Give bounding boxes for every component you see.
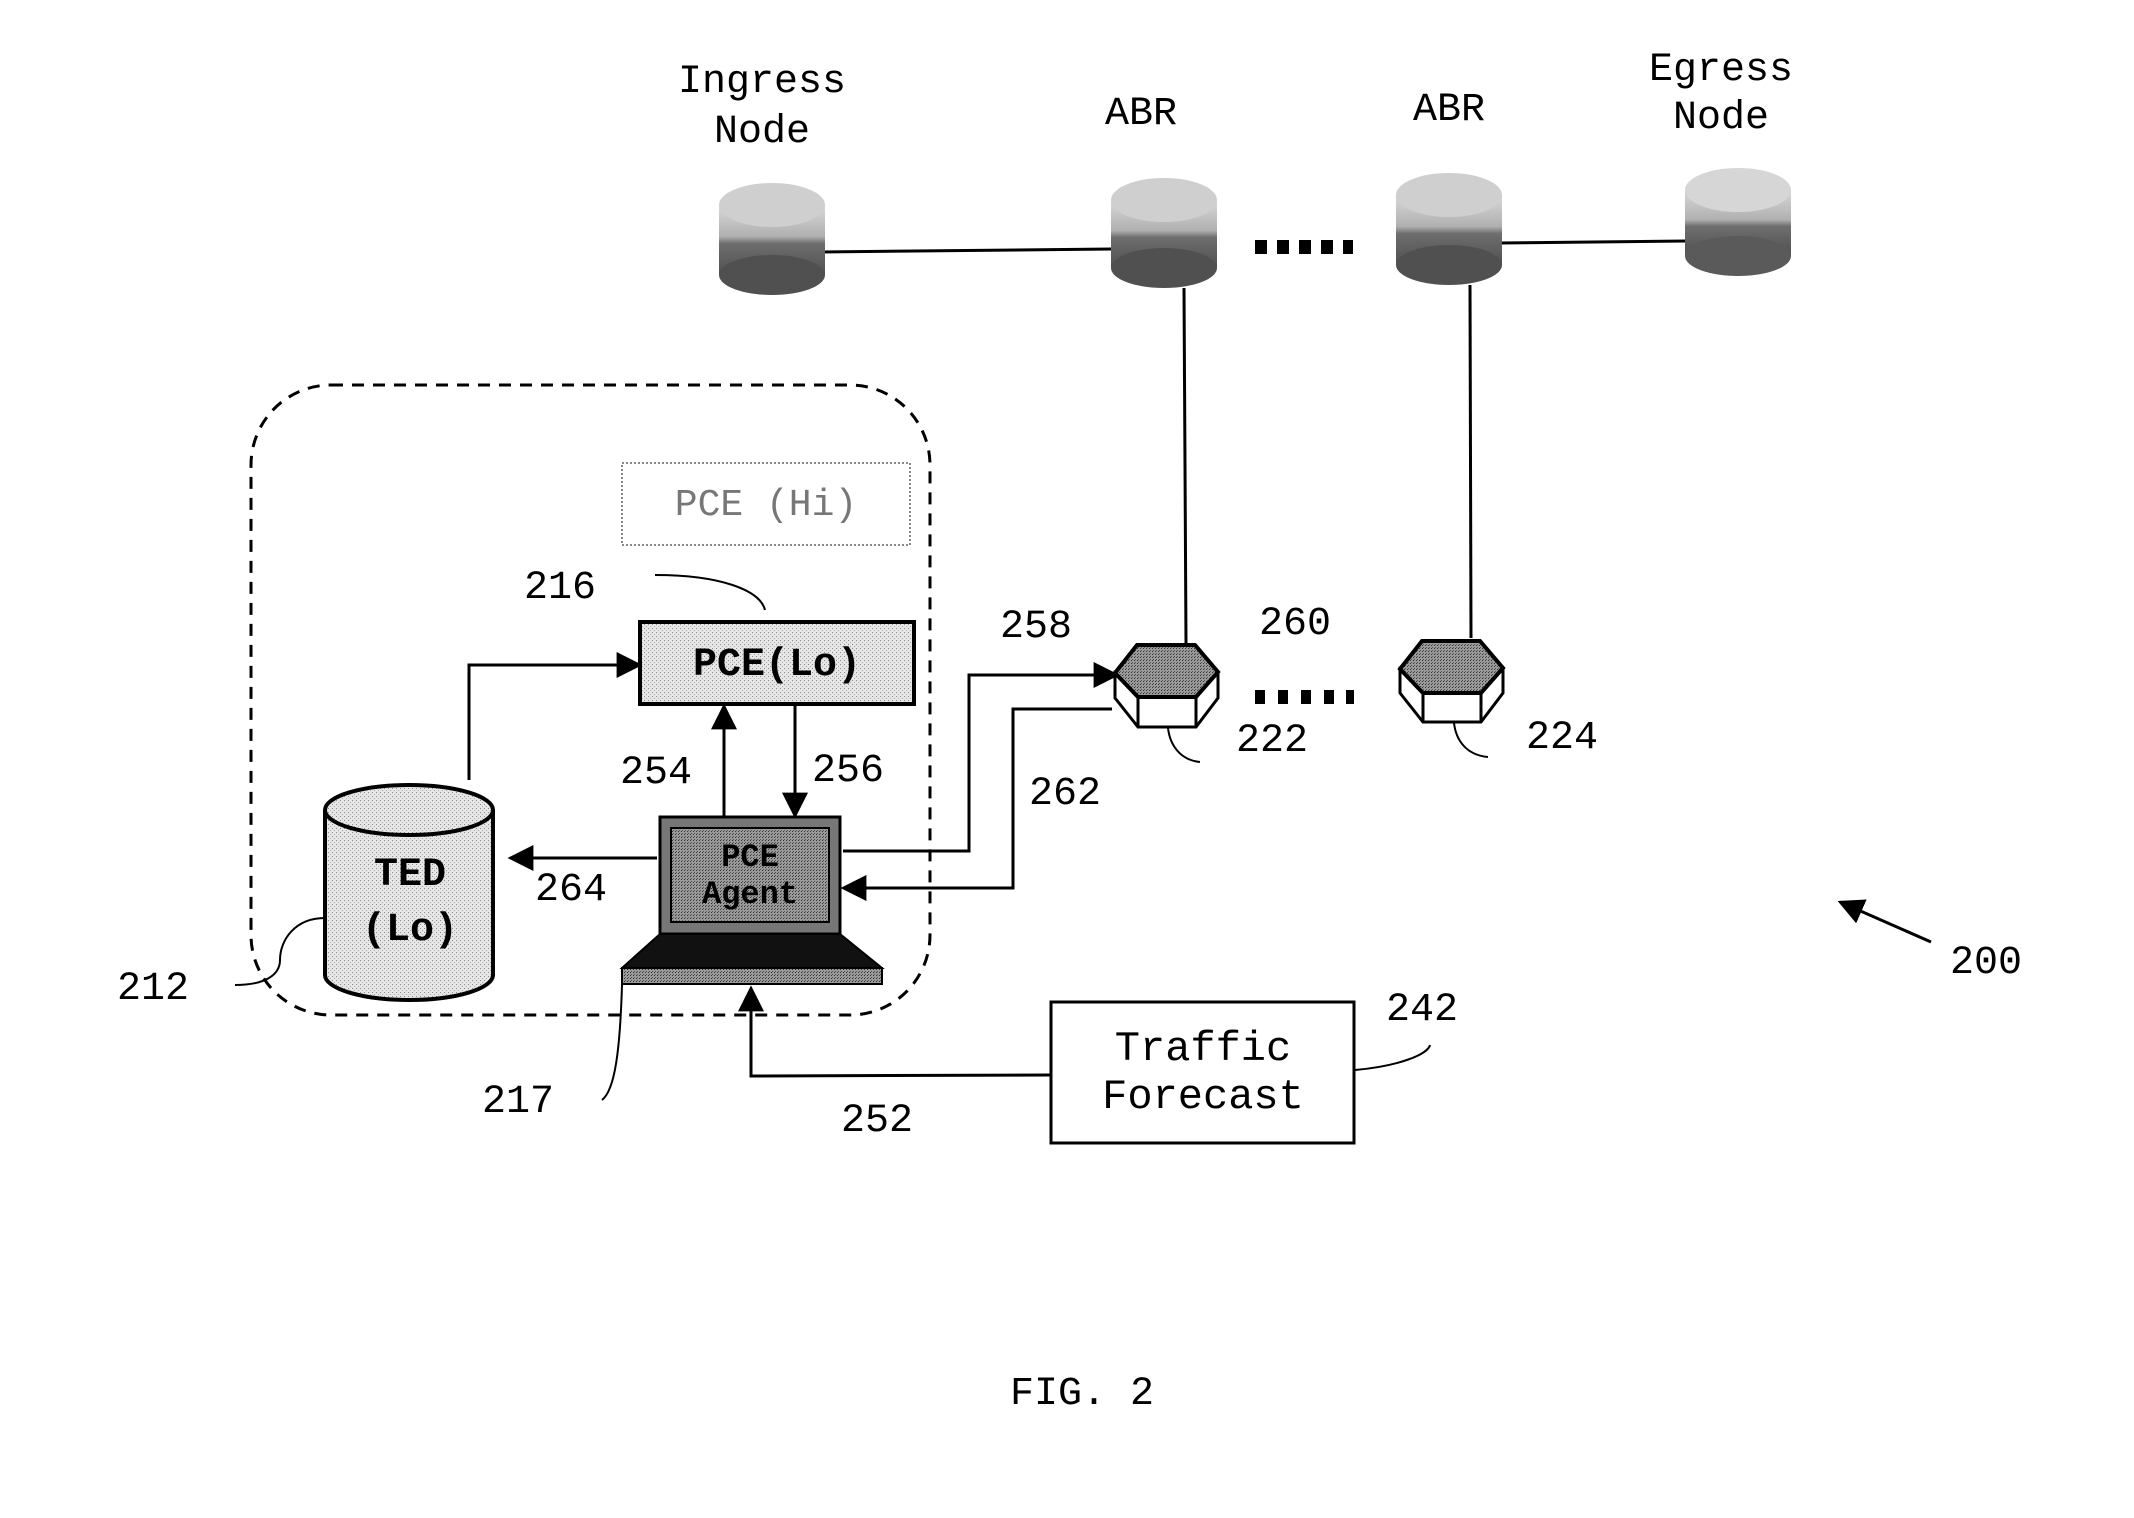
router-chain-ellipsis [1255,690,1354,704]
router-222-icon [1112,643,1221,729]
ted-to-pce-lo-arrow [467,652,643,780]
ted-label-line1: TED [374,853,446,898]
forecast-to-agent-arrow [738,985,1052,1078]
ted-leader-line [234,917,326,986]
ted-label-line2: (Lo) [362,908,458,953]
arrow-252-label: 252 [841,1099,913,1144]
pce-agent-leader-line [601,984,623,1101]
figure-caption: FIG. 2 [1010,1372,1154,1417]
router-224-icon [1397,639,1506,724]
arrow-258-label: 258 [1000,605,1072,650]
egress-node-label-line1: Egress [1649,48,1793,93]
ingress-node-icon [719,183,825,295]
pce-lo-label: PCE(Lo) [693,643,861,688]
link-abr2-egress [1499,239,1687,245]
pce-agent-label-line1: PCE [721,839,779,876]
figure-ref-number: 200 [1950,941,2022,986]
traffic-forecast-leader-line [1354,1044,1431,1071]
traffic-forecast-label-line2: Forecast [1102,1073,1304,1121]
router-222-leader-line [1167,727,1201,763]
arrow-254-label: 254 [620,751,692,796]
pce-agent-ref: 217 [482,1080,554,1125]
router-222-ref: 222 [1236,719,1308,764]
egress-node-icon [1685,168,1791,276]
abr1-node-icon [1111,178,1217,288]
router-chain-ref: 260 [1259,602,1331,647]
abr2-node-icon [1396,173,1502,285]
ingress-node-label-line1: Ingress [678,60,846,105]
patent-figure: Ingress Node ABR ABR Egress Node PCE (Hi… [0,0,2134,1518]
ted-ref: 212 [117,967,189,1012]
pce-lo-ref: 216 [524,566,596,611]
router-224-ref: 224 [1526,716,1598,761]
ingress-node-label-line2: Node [714,110,810,155]
diagram-svg: Ingress Node ABR ABR Egress Node PCE (Hi… [117,48,2022,1417]
traffic-forecast-label-line1: Traffic [1115,1025,1291,1073]
pce-agent-label-line2: Agent [702,876,798,913]
egress-node-label-line2: Node [1673,96,1769,141]
abr2-label: ABR [1413,88,1485,133]
router-224-leader-line [1453,722,1489,758]
link-abr2-router224 [1468,284,1473,639]
link-ingress-abr1 [819,247,1113,254]
arrow-264-label: 264 [535,868,607,913]
abr-chain-ellipsis [1255,240,1353,254]
pce-lo-leader-line [654,574,766,611]
pce-hi-label: PCE (Hi) [675,484,857,527]
link-abr1-router222 [1182,287,1188,644]
arrow-262-label: 262 [1029,772,1101,817]
figure-ref-arrow [1837,899,1932,944]
abr1-label: ABR [1105,92,1177,137]
traffic-forecast-ref: 242 [1386,988,1458,1033]
arrow-256-label: 256 [812,749,884,794]
